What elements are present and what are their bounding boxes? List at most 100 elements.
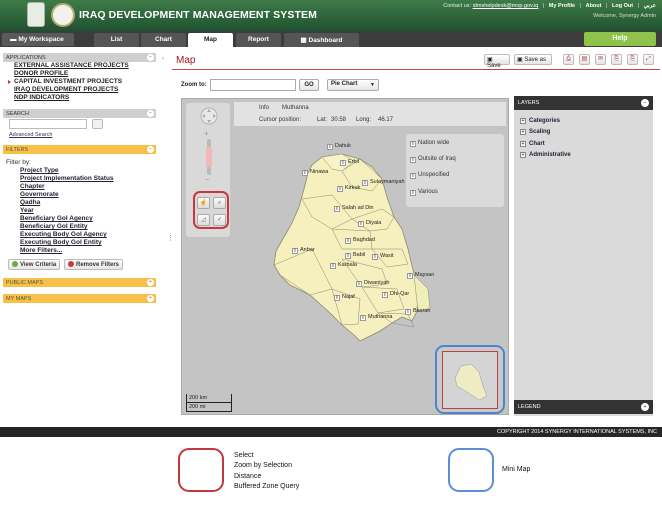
zoom-in-icon[interactable]: + <box>204 129 209 138</box>
chart-type-value: Pie Chart <box>331 81 358 87</box>
tab-list[interactable]: List <box>94 33 139 47</box>
search-header[interactable]: SEARCH − <box>3 109 156 118</box>
filter-implementation-status[interactable]: Project Implementation Status <box>20 175 156 183</box>
legend-header[interactable]: LEGEND + <box>514 400 653 414</box>
zoom-to-input[interactable] <box>210 79 296 91</box>
page-title: Map <box>176 55 196 66</box>
contact-email-link[interactable]: idmshelpdesk@mop.gov.iq <box>473 3 539 9</box>
filter-executing-agency[interactable]: Executing Body GoI Agency <box>20 231 156 239</box>
gov-label[interactable]: i Maysan <box>407 272 434 279</box>
gov-label[interactable]: i Babil <box>345 252 365 259</box>
gov-label[interactable]: i Najaf <box>334 294 355 301</box>
app-link-iraq-development[interactable]: IRAQ DEVELOPMENT PROJECTS <box>14 86 156 94</box>
zoom-slider[interactable] <box>206 139 212 175</box>
layer-administrative[interactable]: + Administrative <box>518 151 649 160</box>
public-maps-header[interactable]: PUBLIC MAPS + <box>3 278 156 287</box>
print-icon[interactable]: ⎙ <box>563 54 574 65</box>
zoom-out-icon[interactable]: − <box>205 175 210 184</box>
save-button[interactable]: ▣ Save <box>484 54 510 69</box>
collapse-icon[interactable]: + <box>641 403 649 411</box>
legend-item[interactable]: i Various <box>410 189 438 196</box>
filter-year[interactable]: Year <box>20 207 156 215</box>
collapse-icon[interactable]: − <box>147 54 154 61</box>
filter-executing-entity[interactable]: Executing Body GoI Entity <box>20 239 156 247</box>
filters-header[interactable]: FILTERS − <box>3 145 156 154</box>
zoom-selection-tool-icon[interactable]: ⌕ <box>213 197 226 209</box>
collapse-icon[interactable]: − <box>147 110 154 117</box>
about-link[interactable]: About <box>586 3 602 9</box>
save-as-button[interactable]: ▣ Save as <box>514 54 552 65</box>
filter-governorate[interactable]: Governorate <box>20 191 156 199</box>
gov-label[interactable]: i Dhi-Qar <box>382 291 409 298</box>
tab-map[interactable]: Map <box>188 33 233 47</box>
gov-label[interactable]: i Dahuk <box>327 143 351 150</box>
legend-item[interactable]: i Nation wide <box>410 140 449 147</box>
tab-report[interactable]: Report <box>236 33 281 47</box>
map-canvas[interactable]: Info Muthanna Cursor position: Lat: 30.5… <box>181 98 509 415</box>
select-tool-icon[interactable]: ☝ <box>197 197 210 209</box>
gov-label[interactable]: i Anbar <box>292 247 315 254</box>
applications-header[interactable]: APPLICATIONS − <box>3 53 156 62</box>
my-maps-header[interactable]: MY MAPS + <box>3 294 156 303</box>
layer-scaling[interactable]: + Scaling <box>518 128 649 137</box>
buffer-zone-tool-icon[interactable]: ✓ <box>213 214 226 226</box>
panel-collapse-icon[interactable]: ‹ <box>162 56 168 63</box>
filter-chapter[interactable]: Chapter <box>20 183 156 191</box>
mini-map-viewport[interactable] <box>442 351 498 409</box>
layer-chart[interactable]: + Chart <box>518 140 649 149</box>
fullscreen-icon[interactable]: ⤢ <box>643 54 654 65</box>
filter-qadha[interactable]: Qadha <box>20 199 156 207</box>
info-value: Muthanna <box>282 105 309 111</box>
my-workspace-button[interactable]: ▬ My Workspace <box>2 33 74 46</box>
gov-label[interactable]: i Salah ad Din <box>334 205 374 212</box>
tab-dashboard[interactable]: ▦ Dashboard <box>284 33 359 47</box>
gov-label[interactable]: i Baghdad <box>345 237 375 244</box>
chart-type-select[interactable]: Pie Chart ▼ <box>327 79 379 91</box>
legend-item[interactable]: i Unspecified <box>410 172 449 179</box>
logout-link[interactable]: Log Out <box>612 3 633 9</box>
expand-icon[interactable]: + <box>147 279 154 286</box>
app-link-external-assistance[interactable]: EXTERNAL ASSISTANCE PROJECTS <box>14 62 156 70</box>
pan-control-icon[interactable] <box>200 107 218 125</box>
email-icon[interactable]: ✉ <box>595 54 606 65</box>
app-link-donor-profile[interactable]: DONOR PROFILE <box>14 70 156 78</box>
search-icon[interactable] <box>92 119 103 129</box>
gov-label[interactable]: i Sulaymaniyah <box>362 179 405 186</box>
layer-categories[interactable]: + Categories <box>518 117 649 126</box>
gov-label[interactable]: i Erbil <box>340 159 359 166</box>
collapse-icon[interactable]: − <box>147 146 154 153</box>
collapse-icon[interactable]: − <box>641 99 649 107</box>
app-link-capital-investment[interactable]: CAPITAL INVESTMENT PROJECTS <box>8 78 156 86</box>
pdf-icon[interactable]: ⎘ <box>611 54 622 65</box>
export-pdf-icon[interactable]: ⎘ <box>627 54 638 65</box>
more-filters-link[interactable]: More Filters... <box>20 247 156 255</box>
filter-project-type[interactable]: Project Type <box>20 167 156 175</box>
legend-item[interactable]: i Outsite of Iraq <box>410 156 456 163</box>
gov-label[interactable]: i Diwaniyah <box>356 280 389 287</box>
gov-label[interactable]: i Karbala <box>330 262 357 269</box>
gov-label[interactable]: i Kirkuk <box>337 185 360 192</box>
gov-label[interactable]: i Diyala <box>358 220 381 227</box>
gov-label[interactable]: i Ninawa <box>302 169 328 176</box>
go-button[interactable]: GO <box>299 79 319 91</box>
search-input[interactable] <box>9 119 87 129</box>
distance-tool-icon[interactable]: ◿ <box>197 214 210 226</box>
export-image-icon[interactable]: ▤ <box>579 54 590 65</box>
gov-label[interactable]: i Basrah <box>405 308 430 315</box>
gov-label[interactable]: i Muthanna <box>360 314 392 321</box>
view-criteria-button[interactable]: View Criteria <box>8 259 61 270</box>
tab-chart[interactable]: Chart <box>141 33 186 47</box>
layers-header[interactable]: LAYERS − <box>514 96 653 110</box>
filter-beneficiary-entity[interactable]: Beneficiary GoI Entity <box>20 223 156 231</box>
app-link-ndp-indicators[interactable]: NDP INDICATORS <box>14 94 156 102</box>
advanced-search-link[interactable]: Advanced Search <box>3 132 156 138</box>
help-button[interactable]: Help <box>584 32 656 46</box>
filter-beneficiary-agency[interactable]: Beneficiary GoI Agency <box>20 215 156 223</box>
language-link[interactable]: عربي <box>644 3 656 9</box>
search-header-label: SEARCH <box>6 111 29 117</box>
gov-label[interactable]: i Wasit <box>372 253 394 260</box>
remove-filters-button[interactable]: Remove Filters <box>64 259 124 270</box>
expand-icon[interactable]: + <box>147 295 154 302</box>
mini-map[interactable] <box>435 345 505 414</box>
my-profile-link[interactable]: My Profile <box>549 3 575 9</box>
